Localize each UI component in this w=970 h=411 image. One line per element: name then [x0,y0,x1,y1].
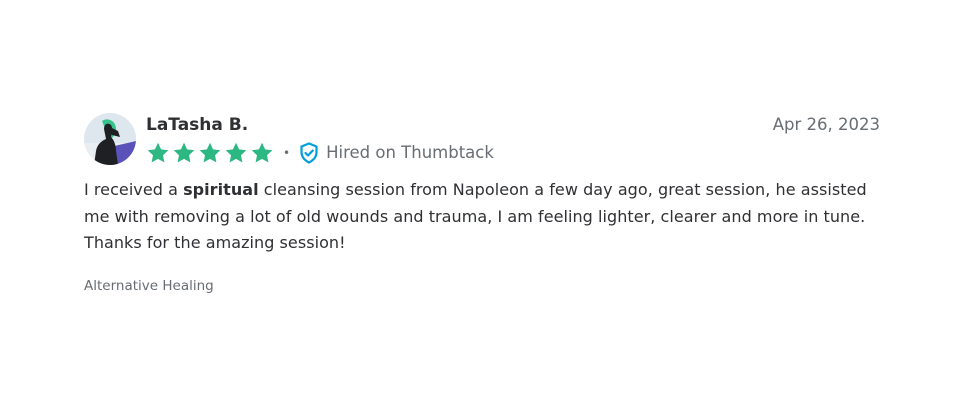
review-card: LaTasha B. Apr 26, 2023 • Hired on Thumb… [84,113,880,295]
star-rating [146,141,274,165]
review-date: Apr 26, 2023 [772,115,880,134]
service-category: Alternative Healing [84,277,214,294]
avatar [84,113,136,165]
star-icon [173,142,195,163]
avatar-image [84,113,136,165]
reviewer-name: LaTasha B. [146,115,249,135]
star-icon [199,142,221,163]
review-text-start: I received a [84,180,184,199]
star-icon [251,142,273,163]
review-header: LaTasha B. Apr 26, 2023 • Hired on Thumb… [84,113,880,167]
star-icon [147,142,169,163]
review-meta: • Hired on Thumbtack [146,140,494,166]
meta-separator: • [283,146,291,160]
review-text-highlight: spiritual [183,180,259,199]
review-text: I received a spiritual cleansing session… [84,177,880,257]
star-icon [225,142,247,163]
verified-hire-label: Hired on Thumbtack [326,143,494,162]
shield-check-icon [300,142,318,164]
